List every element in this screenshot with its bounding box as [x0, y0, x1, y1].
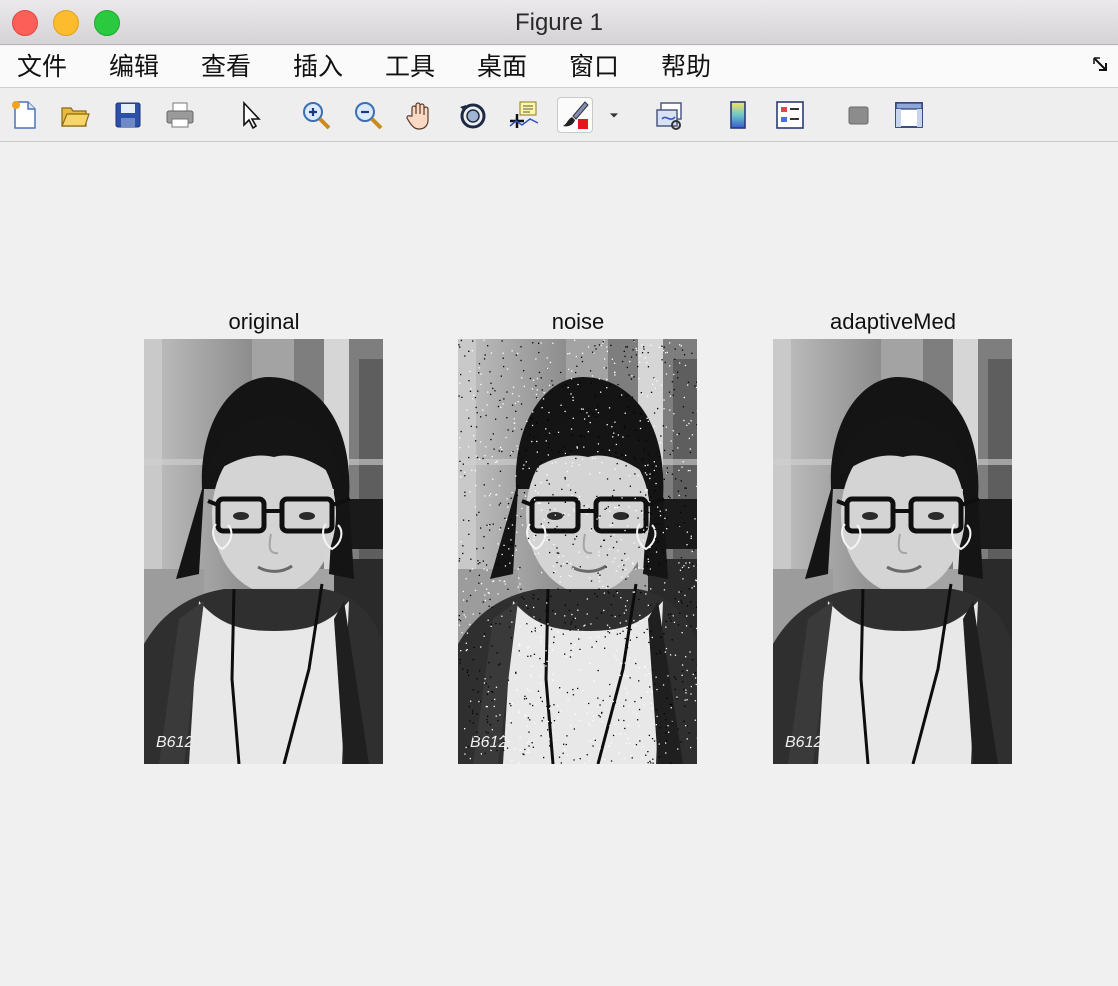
- show-plot-tools-icon[interactable]: [891, 97, 927, 133]
- legend-icon[interactable]: [772, 97, 808, 133]
- image-noise[interactable]: B612: [458, 339, 697, 764]
- menu-desktop[interactable]: 桌面: [477, 50, 527, 84]
- edit-plot-pointer-icon[interactable]: [232, 97, 268, 133]
- link-plot-icon[interactable]: [652, 97, 688, 133]
- menu-edit[interactable]: 编辑: [109, 50, 159, 84]
- axes-title-original: original: [228, 309, 300, 334]
- figure-toolbar: [0, 89, 1118, 142]
- data-cursor-icon[interactable]: [506, 97, 542, 133]
- axes-title-adaptivemed: adaptiveMed: [830, 309, 956, 334]
- b612-watermark: B612: [785, 734, 822, 751]
- hide-plot-tools-icon[interactable]: [840, 97, 876, 133]
- zoom-in-icon[interactable]: [298, 97, 334, 133]
- image-original[interactable]: B612: [144, 339, 383, 764]
- pan-hand-icon[interactable]: [402, 97, 438, 133]
- menu-view[interactable]: 查看: [201, 50, 251, 84]
- title-bar[interactable]: Figure 1: [0, 0, 1118, 45]
- zoom-out-icon[interactable]: [350, 97, 386, 133]
- brush-dropdown-icon[interactable]: [601, 97, 627, 133]
- axes-title-noise: noise: [551, 309, 605, 334]
- new-figure-icon[interactable]: [6, 97, 42, 133]
- menu-insert[interactable]: 插入: [293, 50, 343, 84]
- matlab-figure-window: Figure 1 文件 编辑 查看 插入 工具 桌面 窗口 帮助 origina…: [0, 0, 1118, 986]
- menu-tools[interactable]: 工具: [385, 50, 435, 84]
- window-title: Figure 1: [514, 9, 604, 36]
- open-file-icon[interactable]: [57, 97, 93, 133]
- menu-bar: 文件 编辑 查看 插入 工具 桌面 窗口 帮助: [0, 46, 1118, 88]
- menu-file[interactable]: 文件: [17, 50, 67, 84]
- menu-help[interactable]: 帮助: [661, 50, 711, 84]
- portrait-photo: B612: [144, 339, 383, 764]
- menu-window[interactable]: 窗口: [569, 50, 619, 84]
- b612-watermark: B612: [470, 734, 507, 751]
- portrait-photo-filtered: B612: [773, 339, 1012, 764]
- portrait-photo-noisy: B612: [458, 339, 697, 764]
- save-icon[interactable]: [110, 97, 146, 133]
- rotate-3d-icon[interactable]: [454, 97, 490, 133]
- print-icon[interactable]: [162, 97, 198, 133]
- dock-figure-icon[interactable]: [1092, 56, 1110, 74]
- brush-icon[interactable]: [557, 97, 593, 133]
- colorbar-icon[interactable]: [720, 97, 756, 133]
- figure-canvas[interactable]: original noise adaptiveMed B612 B612 B61…: [0, 143, 1118, 986]
- b612-watermark: B612: [156, 734, 193, 751]
- image-adaptivemed[interactable]: B612: [773, 339, 1012, 764]
